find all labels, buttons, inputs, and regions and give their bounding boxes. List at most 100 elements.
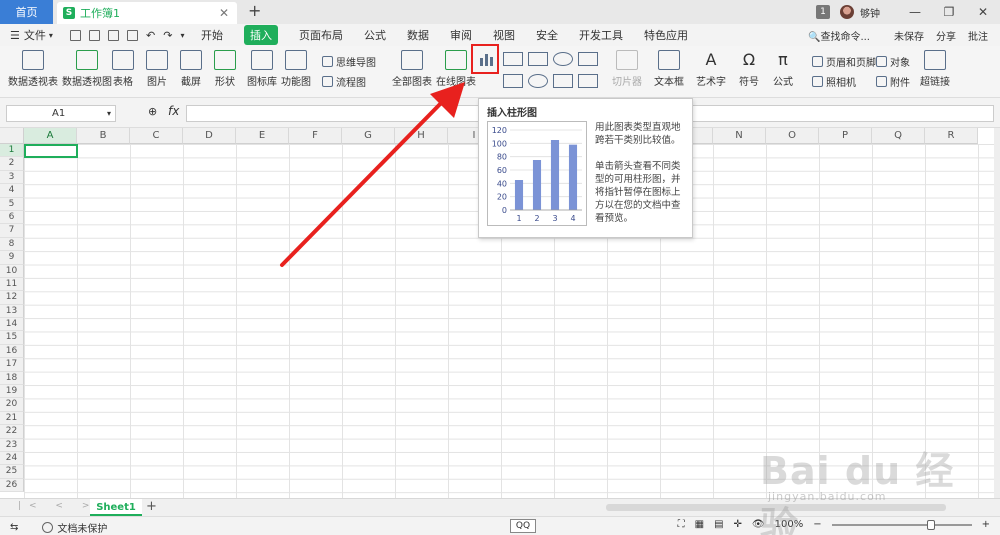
- cloud-sync-icon[interactable]: ⇆: [10, 522, 18, 533]
- screenshot-button[interactable]: 截屏: [180, 50, 202, 88]
- formula-button[interactable]: π 公式: [772, 50, 794, 88]
- row-header[interactable]: 11: [0, 277, 24, 292]
- tab-6[interactable]: 视图: [493, 27, 515, 43]
- column-header[interactable]: R: [925, 128, 978, 144]
- radar-chart-button[interactable]: [553, 52, 573, 66]
- page-view-icon[interactable]: ▤: [714, 519, 723, 530]
- window-count-badge[interactable]: 1: [816, 5, 830, 19]
- column-header[interactable]: P: [819, 128, 872, 144]
- new-file-icon[interactable]: [89, 29, 100, 41]
- row-header[interactable]: 15: [0, 331, 24, 345]
- tab-5[interactable]: 审阅: [450, 27, 472, 43]
- active-cell[interactable]: [24, 144, 78, 158]
- pivot-table-button[interactable]: 数据透视表: [8, 50, 58, 88]
- header-footer-button[interactable]: 页眉和页脚: [812, 54, 876, 69]
- username[interactable]: 够钟: [860, 5, 880, 20]
- select-all-corner[interactable]: [0, 128, 24, 144]
- row-header[interactable]: 8: [0, 237, 24, 252]
- mind-map-button[interactable]: 思维导图: [322, 54, 376, 69]
- row-header[interactable]: 24: [0, 451, 24, 466]
- maximize-icon[interactable]: ❐: [932, 5, 966, 19]
- row-header[interactable]: 13: [0, 304, 24, 319]
- wordart-button[interactable]: A 艺术字: [696, 50, 726, 88]
- row-header[interactable]: 26: [0, 478, 24, 493]
- qq-badge[interactable]: QQ: [510, 519, 536, 533]
- column-header[interactable]: B: [77, 128, 130, 144]
- column-header[interactable]: O: [766, 128, 819, 144]
- row-header[interactable]: 21: [0, 411, 24, 426]
- row-header[interactable]: 22: [0, 425, 24, 439]
- column-header[interactable]: D: [183, 128, 236, 144]
- row-header[interactable]: 2: [0, 157, 24, 171]
- tab-2[interactable]: 页面布局: [299, 27, 343, 43]
- row-header[interactable]: 14: [0, 318, 24, 332]
- row-header[interactable]: 17: [0, 358, 24, 372]
- combo-chart-button[interactable]: [503, 74, 523, 88]
- row-header[interactable]: 1: [0, 144, 24, 158]
- search-command[interactable]: 🔍查找命令...: [808, 28, 882, 43]
- line-chart-button[interactable]: [528, 52, 548, 66]
- row-header[interactable]: 3: [0, 170, 24, 185]
- row-header[interactable]: 23: [0, 438, 24, 452]
- picture-button[interactable]: 图片: [146, 50, 168, 88]
- vertical-scrollbar[interactable]: [994, 128, 1000, 498]
- add-sheet-button[interactable]: +: [146, 499, 157, 514]
- slicer-button[interactable]: 切片器: [612, 50, 642, 88]
- print-icon[interactable]: [108, 29, 119, 41]
- minimize-icon[interactable]: —: [898, 5, 932, 19]
- row-header[interactable]: 20: [0, 398, 24, 412]
- pie-chart-button[interactable]: [528, 74, 548, 88]
- tab-4[interactable]: 数据: [407, 27, 429, 43]
- textbox-button[interactable]: 文本框: [654, 50, 684, 88]
- share-button[interactable]: 分享: [936, 28, 956, 43]
- sheet-tab[interactable]: Sheet1: [90, 499, 142, 516]
- shape-button[interactable]: 形状: [214, 50, 236, 88]
- column-header[interactable]: Q: [872, 128, 925, 144]
- fx-icon[interactable]: fx: [168, 104, 179, 118]
- row-header[interactable]: 19: [0, 385, 24, 399]
- tab-8[interactable]: 开发工具: [579, 27, 623, 43]
- symbol-button[interactable]: Ω 符号: [738, 50, 760, 88]
- row-header[interactable]: 16: [0, 344, 24, 359]
- row-header[interactable]: 9: [0, 251, 24, 265]
- row-header[interactable]: 4: [0, 184, 24, 198]
- row-header[interactable]: 10: [0, 264, 24, 278]
- row-header[interactable]: 18: [0, 371, 24, 386]
- object-button[interactable]: 对象: [876, 54, 910, 69]
- avatar[interactable]: [840, 5, 854, 19]
- row-header[interactable]: 12: [0, 291, 24, 305]
- tab-home[interactable]: 首页: [0, 0, 53, 24]
- stock-chart-button[interactable]: [578, 74, 598, 88]
- file-menu[interactable]: ☰ 文件 ▾: [0, 27, 66, 43]
- tab-0[interactable]: 开始: [201, 27, 223, 43]
- redo-icon[interactable]: ↷: [163, 29, 172, 42]
- area-chart-button[interactable]: [578, 52, 598, 66]
- row-header[interactable]: 7: [0, 224, 24, 238]
- comment-button[interactable]: 批注: [968, 28, 988, 43]
- tab-7[interactable]: 安全: [536, 27, 558, 43]
- more-icon[interactable]: ▾: [180, 31, 184, 40]
- camera-button[interactable]: 照相机: [812, 74, 856, 89]
- tab-document[interactable]: S 工作簿1 ✕: [57, 2, 237, 24]
- fullscreen-icon[interactable]: ⛶: [678, 519, 685, 530]
- table-button[interactable]: 表格: [112, 50, 134, 88]
- undo-icon[interactable]: ↶: [146, 29, 155, 42]
- scatter-chart-button[interactable]: [553, 74, 573, 88]
- column-header[interactable]: C: [130, 128, 183, 144]
- attachment-button[interactable]: 附件: [876, 74, 910, 89]
- column-header[interactable]: N: [713, 128, 766, 144]
- unsaved-status[interactable]: 未保存: [894, 28, 924, 43]
- hyperlink-button[interactable]: 超链接: [920, 50, 950, 88]
- zoom-formula-icon[interactable]: ⊕: [148, 105, 157, 118]
- pivot-chart-button[interactable]: 数据透视图: [62, 50, 112, 88]
- zoom-in-icon[interactable]: +: [982, 519, 990, 530]
- tab-3[interactable]: 公式: [364, 27, 386, 43]
- print-preview-icon[interactable]: [127, 29, 138, 41]
- normal-view-icon[interactable]: ▦: [695, 519, 704, 530]
- name-box[interactable]: A1 ▾: [6, 105, 116, 122]
- protection-status[interactable]: 文档未保护: [57, 520, 107, 535]
- split-view-icon[interactable]: ✛: [734, 519, 742, 530]
- row-header[interactable]: 25: [0, 465, 24, 479]
- add-tab-button[interactable]: +: [248, 1, 261, 20]
- close-tab-icon[interactable]: ✕: [219, 6, 229, 20]
